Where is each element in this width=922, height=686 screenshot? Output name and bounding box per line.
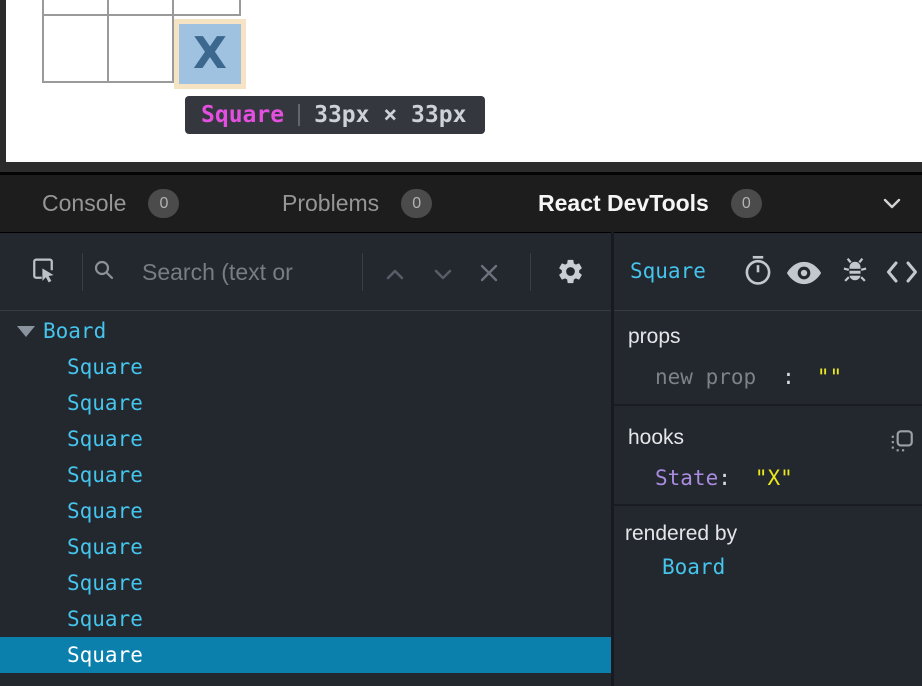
search-prev-icon[interactable] (383, 266, 407, 282)
square-value: X (193, 32, 227, 76)
search-clear-icon[interactable] (477, 261, 501, 285)
tab-count-badge: 0 (401, 189, 432, 218)
tab-count-badge: 0 (731, 189, 762, 218)
tree-item-label: Square (67, 643, 143, 667)
devtools-window: X Square 33px × 33px Console 0 Problems … (0, 0, 922, 686)
tree-item-label: Square (67, 355, 143, 379)
tree-item-square[interactable]: Square (0, 601, 611, 637)
tab-react-devtools[interactable]: React DevTools 0 (538, 175, 762, 232)
inspect-dom-eye-icon[interactable] (785, 260, 823, 286)
tooltip-dimensions: 33px × 33px (314, 102, 466, 128)
chevron-down-icon[interactable] (880, 196, 904, 212)
inspect-tooltip: Square 33px × 33px (185, 96, 485, 134)
section-divider (613, 504, 922, 506)
new-prop-value-input[interactable]: "" (817, 365, 842, 389)
tree-item-board[interactable]: Board (0, 313, 611, 349)
state-hook-label: State (655, 466, 718, 490)
tree-item-square[interactable]: Square (0, 421, 611, 457)
hooks-section-title: hooks (628, 426, 684, 450)
new-prop-row: new prop: "" (655, 365, 842, 389)
tree-item-label: Square (67, 463, 143, 487)
tab-label: Console (42, 190, 126, 217)
tree-item-square[interactable]: Square (0, 349, 611, 385)
hook-separator: : (718, 466, 731, 490)
window-edge (0, 0, 6, 162)
tree-item-square[interactable]: Square (0, 529, 611, 565)
tab-problems[interactable]: Problems 0 (282, 175, 432, 232)
board-square[interactable] (109, 16, 172, 81)
tree-item-square[interactable]: Square (0, 385, 611, 421)
search-input[interactable] (140, 252, 344, 292)
tree-item-label: Board (43, 319, 106, 343)
tree-item-square[interactable]: Square (0, 457, 611, 493)
tree-item-square[interactable]: Square (0, 565, 611, 601)
devtools-tabbar: Console 0 Problems 0 React DevTools 0 (0, 175, 922, 232)
component-tree: Board Square Square Square Square Square… (0, 313, 611, 686)
props-section-title: props (628, 325, 681, 349)
rendered-by-owner-link[interactable]: Board (662, 555, 725, 579)
tree-item-square[interactable]: Square (0, 493, 611, 529)
devtools-drag-edge[interactable] (0, 162, 922, 172)
tab-count-badge: 0 (148, 189, 179, 218)
section-divider (613, 404, 922, 406)
expander-triangle-icon[interactable] (17, 326, 35, 337)
tree-item-label: Square (67, 535, 143, 559)
debug-bug-icon[interactable] (840, 255, 870, 287)
tree-item-label: Square (67, 391, 143, 415)
search-next-icon[interactable] (431, 266, 455, 282)
tree-item-square-selected[interactable]: Square (0, 637, 611, 673)
settings-gear-icon[interactable] (556, 257, 585, 286)
board-square[interactable] (44, 0, 107, 14)
toolbar-divider (362, 253, 363, 291)
suspense-timer-icon[interactable] (742, 254, 774, 288)
search-icon (92, 256, 116, 284)
parse-hook-names-icon[interactable] (889, 427, 915, 453)
tab-console[interactable]: Console 0 (42, 175, 179, 232)
tree-item-label: Square (67, 607, 143, 631)
tree-item-label: Square (67, 499, 143, 523)
tree-item-label: Square (67, 427, 143, 451)
tree-item-label: Square (67, 571, 143, 595)
toolbar-divider (82, 253, 83, 291)
state-hook-row: State: "X" (655, 466, 793, 490)
state-hook-value[interactable]: "X" (755, 466, 793, 490)
divider-line (0, 310, 922, 311)
board-square-inspected[interactable]: X (174, 19, 246, 89)
browser-page: X Square 33px × 33px (0, 0, 922, 162)
inspect-highlight-overlay: X (179, 24, 241, 84)
toolbar-divider (530, 253, 531, 291)
rendered-by-section-title: rendered by (625, 522, 737, 546)
tooltip-divider (298, 104, 300, 126)
prop-separator: : (782, 365, 795, 389)
panel-split-divider[interactable] (611, 232, 614, 686)
tab-label: React DevTools (538, 190, 709, 217)
inspected-component-title: Square (630, 259, 706, 283)
board-square[interactable] (109, 0, 172, 14)
new-prop-input[interactable]: new prop (655, 365, 756, 389)
inspect-element-icon[interactable] (27, 252, 59, 286)
board-square[interactable] (44, 16, 107, 81)
tab-label: Problems (282, 190, 379, 217)
board-square[interactable] (174, 0, 239, 14)
tooltip-component-name: Square (201, 102, 284, 128)
view-source-icon[interactable] (884, 260, 920, 284)
